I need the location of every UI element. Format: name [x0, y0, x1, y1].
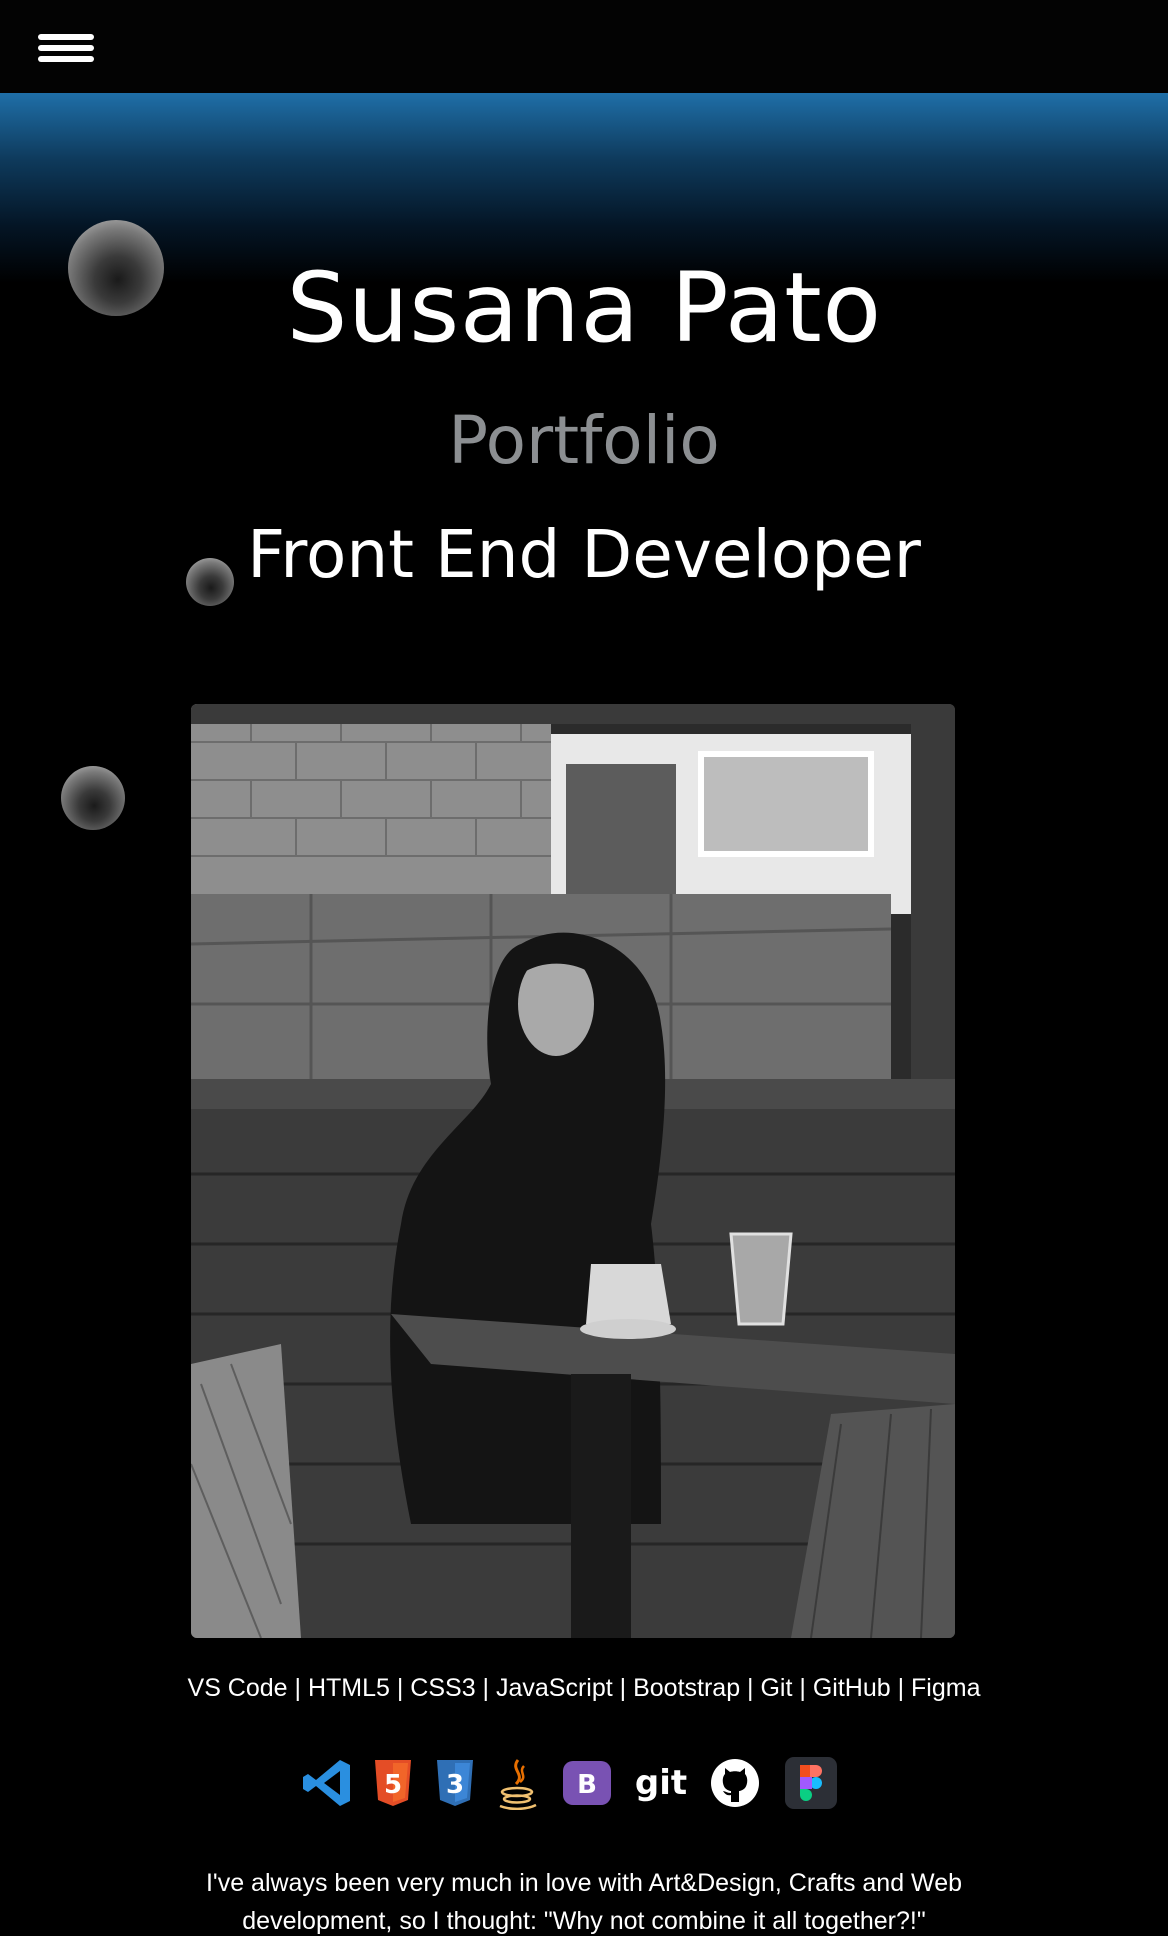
decorative-sphere — [61, 766, 125, 830]
svg-text:B: B — [577, 1770, 597, 1800]
svg-text:5: 5 — [384, 1770, 402, 1800]
hamburger-menu-icon[interactable] — [38, 32, 96, 64]
github-icon — [708, 1756, 762, 1810]
profile-photo — [191, 704, 955, 1638]
java-icon — [490, 1756, 544, 1810]
bootstrap-icon: B — [560, 1756, 614, 1810]
css3-icon: 3 — [428, 1756, 482, 1810]
git-icon: git — [630, 1756, 692, 1810]
skills-icons: 5 3 B git — [300, 1756, 840, 1812]
about-text: I've always been very much in love with … — [205, 1869, 963, 1935]
page-subtitle: Portfolio — [448, 402, 720, 479]
figma-icon — [784, 1756, 838, 1810]
portfolio-page: Susana Pato Portfolio Front End Develope… — [0, 0, 1168, 1936]
html5-icon: 5 — [366, 1756, 420, 1810]
svg-text:3: 3 — [446, 1770, 464, 1800]
skills-list: VS Code | HTML5 | CSS3 | JavaScript | Bo… — [187, 1674, 981, 1702]
job-title: Front End Developer — [247, 516, 921, 593]
vscode-icon — [300, 1756, 354, 1810]
top-nav-bar — [0, 0, 1168, 93]
page-title: Susana Pato — [286, 252, 882, 364]
svg-text:git: git — [635, 1763, 687, 1803]
